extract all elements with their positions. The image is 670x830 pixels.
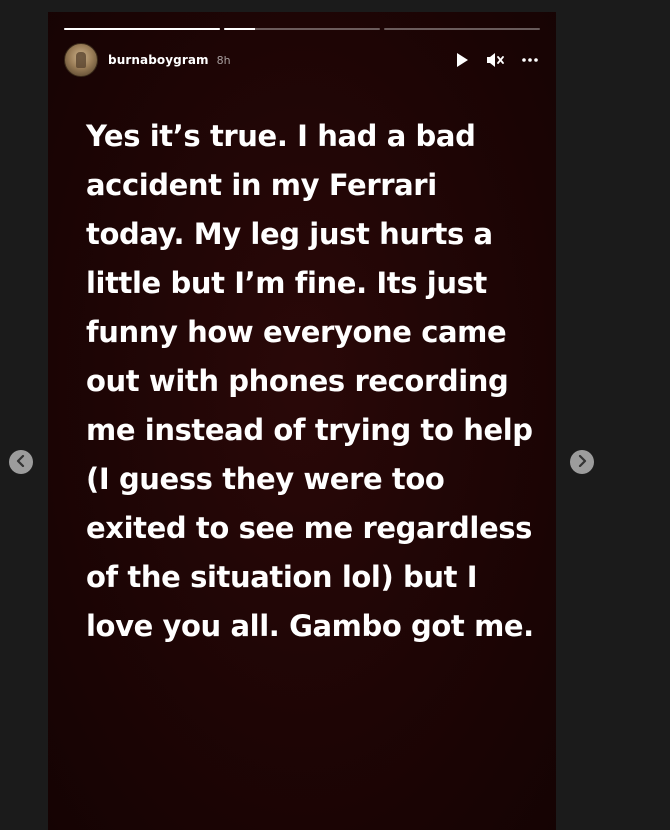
next-story-button[interactable]	[570, 450, 594, 474]
chevron-right-icon	[577, 454, 587, 470]
progress-segment-1	[64, 28, 220, 30]
story-viewer: burnaboygram 8h Yes it’s true. I had a b…	[48, 12, 556, 830]
post-time: 8h	[216, 53, 231, 67]
story-controls	[452, 50, 540, 70]
avatar[interactable]	[64, 43, 98, 77]
progress-segment-3	[384, 28, 540, 30]
story-header: burnaboygram 8h	[64, 42, 540, 78]
story-text: Yes it’s true. I had a bad accident in m…	[86, 119, 534, 643]
play-icon[interactable]	[452, 50, 472, 70]
chevron-left-icon	[16, 454, 26, 470]
more-dots-icon[interactable]	[520, 50, 540, 70]
muted-speaker-icon[interactable]	[486, 50, 506, 70]
progress-segment-2	[224, 28, 380, 30]
username[interactable]: burnaboygram	[108, 53, 209, 67]
previous-story-button[interactable]	[9, 450, 33, 474]
story-progress-bars	[64, 28, 540, 31]
